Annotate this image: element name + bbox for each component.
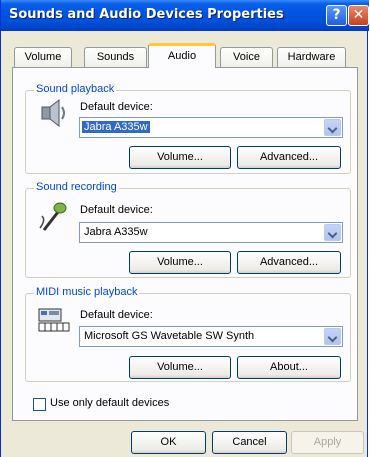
- speaker-icon: [41, 98, 65, 128]
- keyboard-synth-icon: [38, 308, 70, 332]
- midi-default-device-label: Default device:: [80, 309, 153, 321]
- microphone-icon: [39, 202, 67, 231]
- playback-device-select[interactable]: Jabra A335w: [79, 117, 343, 138]
- recording-device-value: Jabra A335w: [84, 226, 148, 238]
- midi-device-value: Microsoft GS Wavetable SW Synth: [84, 330, 255, 342]
- playback-device-value: Jabra A335w: [82, 121, 150, 133]
- recording-advanced-button[interactable]: Advanced...: [237, 251, 341, 274]
- apply-button: Apply: [291, 431, 364, 454]
- midi-about-button[interactable]: About...: [237, 356, 341, 379]
- recording-volume-button[interactable]: Volume...: [129, 251, 231, 274]
- tab-sounds[interactable]: Sounds: [84, 47, 147, 67]
- midi-device-select[interactable]: Microsoft GS Wavetable SW Synth: [79, 326, 343, 347]
- chevron-down-icon[interactable]: [324, 224, 341, 241]
- chevron-down-icon[interactable]: [324, 119, 341, 136]
- tab-audio[interactable]: Audio: [148, 43, 216, 68]
- cancel-button[interactable]: Cancel: [212, 431, 287, 454]
- recording-default-device-label: Default device:: [80, 204, 153, 216]
- sound-recording-label: Sound recording: [34, 181, 119, 193]
- title-bar[interactable]: Sounds and Audio Devices Properties ? ✕: [1, 0, 369, 31]
- ok-button[interactable]: OK: [131, 431, 206, 454]
- window-title: Sounds and Audio Devices Properties: [9, 7, 284, 22]
- tab-hardware[interactable]: Hardware: [277, 47, 346, 67]
- help-button[interactable]: ?: [326, 5, 347, 26]
- playback-volume-button[interactable]: Volume...: [129, 146, 231, 169]
- recording-device-select[interactable]: Jabra A335w: [79, 222, 343, 243]
- midi-playback-label: MIDI music playback: [34, 286, 140, 298]
- playback-default-device-label: Default device:: [80, 101, 153, 113]
- sound-playback-label: Sound playback: [34, 83, 117, 95]
- use-default-devices-label[interactable]: Use only default devices: [50, 397, 169, 409]
- playback-advanced-button[interactable]: Advanced...: [237, 146, 341, 169]
- use-default-devices-checkbox[interactable]: [33, 398, 46, 411]
- close-button[interactable]: ✕: [348, 5, 369, 26]
- midi-volume-button[interactable]: Volume...: [129, 356, 231, 379]
- tab-voice[interactable]: Voice: [220, 47, 273, 67]
- tab-volume[interactable]: Volume: [14, 47, 72, 67]
- chevron-down-icon[interactable]: [324, 328, 341, 345]
